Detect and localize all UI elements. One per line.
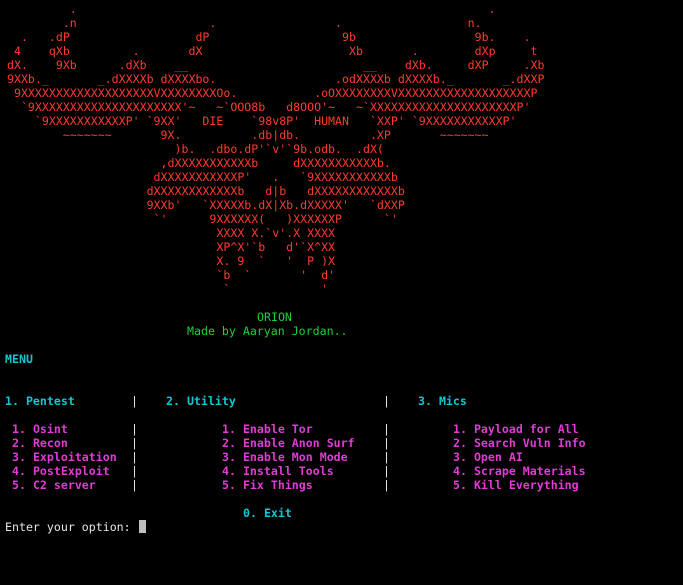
heading-utility: 2. Utility xyxy=(166,394,236,408)
author-credit: Made by Aaryan Jordan.. xyxy=(187,324,348,338)
column-separator: | xyxy=(131,422,138,436)
column-separator: | xyxy=(131,436,138,450)
option-prompt[interactable]: Enter your option: xyxy=(5,520,146,534)
column-separator: | xyxy=(383,422,390,436)
menu-item-recon: 2. Recon xyxy=(12,436,68,450)
menu-item-payload-for-all: 1. Payload for All xyxy=(453,422,579,436)
menu-item-open-ai: 3. Open AI xyxy=(453,450,523,464)
column-separator: | xyxy=(383,436,390,450)
column-separator: | xyxy=(383,450,390,464)
tool-name: ORION xyxy=(257,310,292,324)
menu-item-exit: 0. Exit xyxy=(243,506,292,520)
heading-pentest: 1. Pentest xyxy=(5,394,75,408)
ascii-banner-art: . . .n . . n. . .dP dP 9b 9b. . 4 qXb . … xyxy=(6,2,545,296)
menu-item-exploitation: 3. Exploitation xyxy=(12,450,117,464)
column-separator: | xyxy=(383,478,390,492)
column-separator: | xyxy=(131,450,138,464)
column-separator: | xyxy=(383,394,390,408)
menu-item-fix-things: 5. Fix Things xyxy=(222,478,313,492)
menu-item-scrape-materials: 4. Scrape Materials xyxy=(453,464,586,478)
menu-item-enable-anon-surf: 2. Enable Anon Surf xyxy=(222,436,355,450)
text-cursor xyxy=(138,520,146,533)
menu-item-osint: 1. Osint xyxy=(12,422,68,436)
menu-title: MENU xyxy=(5,352,33,366)
menu-item-kill-everything: 5. Kill Everything xyxy=(453,478,579,492)
heading-mics: 3. Mics xyxy=(418,394,467,408)
column-separator: | xyxy=(131,394,138,408)
menu-item-enable-tor: 1. Enable Tor xyxy=(222,422,313,436)
column-separator: | xyxy=(131,478,138,492)
prompt-label: Enter your option: xyxy=(5,520,138,534)
menu-item-postexploit: 4. PostExploit xyxy=(12,464,110,478)
menu-item-enable-mon-mode: 3. Enable Mon Mode xyxy=(222,450,348,464)
column-separator: | xyxy=(383,464,390,478)
terminal-window[interactable]: . . .n . . n. . .dP dP 9b 9b. . 4 qXb . … xyxy=(0,0,683,585)
menu-item-install-tools: 4. Install Tools xyxy=(222,464,334,478)
menu-item-c2-server: 5. C2 server xyxy=(12,478,96,492)
column-separator: | xyxy=(131,464,138,478)
menu-item-search-vuln-info: 2. Search Vuln Info xyxy=(453,436,586,450)
